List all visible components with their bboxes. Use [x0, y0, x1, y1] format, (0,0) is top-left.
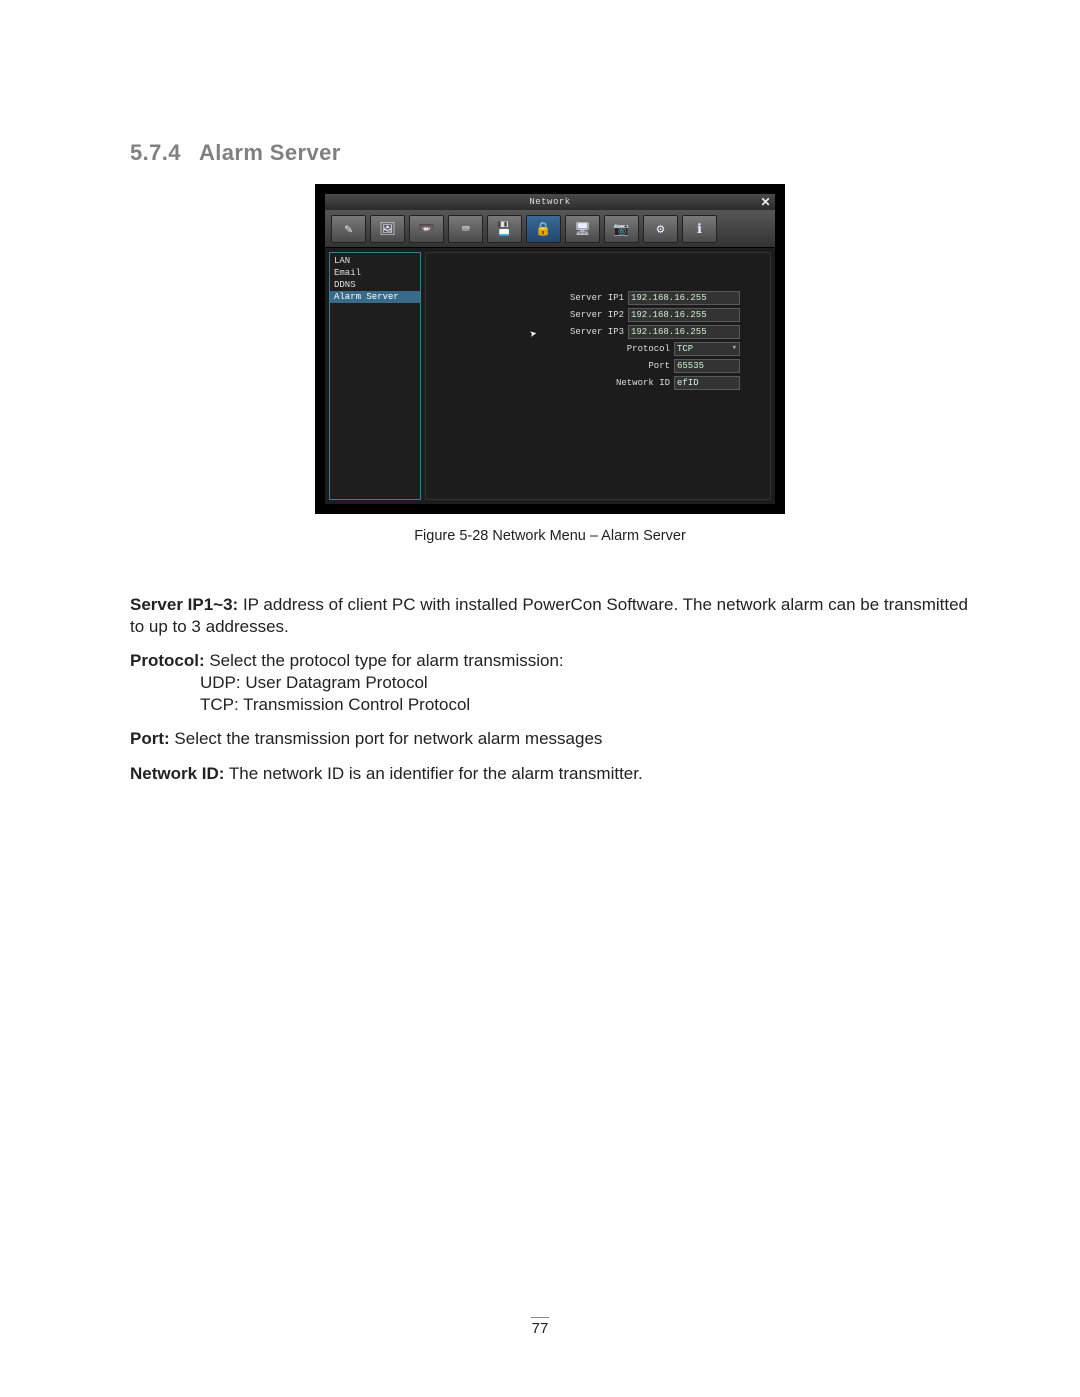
toolbar-btn-0[interactable]: ✎	[331, 215, 366, 243]
para-protocol: Protocol: Select the protocol type for a…	[130, 650, 970, 672]
toolbar-btn-5[interactable]: 🔒	[526, 215, 561, 243]
toolbar-btn-1[interactable]: 🖼	[370, 215, 405, 243]
sidebar-item-ddns[interactable]: DDNS	[330, 279, 420, 291]
window-titlebar: Network ✕	[325, 194, 775, 211]
text-server-ip: IP address of client PC with installed P…	[130, 595, 968, 636]
para-network-id: Network ID: The network ID is an identif…	[130, 763, 970, 785]
page-number: 77	[532, 1320, 549, 1337]
toolbar-btn-8[interactable]: ⚙	[643, 215, 678, 243]
text-protocol: Select the protocol type for alarm trans…	[205, 651, 564, 670]
sidebar-item-lan[interactable]: LAN	[330, 255, 420, 267]
field-server-ip1[interactable]: 192.168.16.255	[628, 291, 740, 305]
label-server-ip1: Server IP1	[570, 293, 624, 303]
label-port: Port	[648, 361, 670, 371]
bold-server-ip: Server IP1~3:	[130, 595, 238, 614]
field-server-ip3[interactable]: 192.168.16.255	[628, 325, 740, 339]
row-port: Port 65535	[426, 359, 740, 373]
form-panel: ➤ Server IP1 192.168.16.255 Server IP2 1…	[425, 252, 771, 500]
section-heading: 5.7.4 Alarm Server	[130, 140, 970, 166]
close-icon[interactable]: ✕	[760, 194, 771, 210]
window-content: LAN Email DDNS Alarm Server ➤ Server IP1…	[325, 248, 775, 504]
bold-protocol: Protocol:	[130, 651, 205, 670]
field-server-ip2[interactable]: 192.168.16.255	[628, 308, 740, 322]
toolbar-btn-9[interactable]: ℹ	[682, 215, 717, 243]
figure-caption: Figure 5-28 Network Menu – Alarm Server	[130, 528, 970, 544]
bold-port: Port:	[130, 729, 170, 748]
toolbar-btn-3[interactable]: ⌨	[448, 215, 483, 243]
para-server-ip: Server IP1~3: IP address of client PC wi…	[130, 594, 970, 638]
sidebar-item-alarmserver[interactable]: Alarm Server	[330, 291, 420, 303]
select-protocol[interactable]: TCP	[674, 342, 740, 356]
para-protocol-udp: UDP: User Datagram Protocol	[130, 672, 970, 694]
row-server-ip2: Server IP2 192.168.16.255	[426, 308, 740, 322]
document-page: 5.7.4 Alarm Server Network ✕ ✎ 🖼 📼 ⌨ 💾 🔒 …	[0, 0, 1080, 1397]
section-title: Alarm Server	[199, 140, 341, 165]
toolbar: ✎ 🖼 📼 ⌨ 💾 🔒 🖥 📷 ⚙ ℹ	[325, 211, 775, 248]
row-server-ip3: Server IP3 192.168.16.255	[426, 325, 740, 339]
row-server-ip1: Server IP1 192.168.16.255	[426, 291, 740, 305]
label-network-id: Network ID	[616, 378, 670, 388]
network-window: Network ✕ ✎ 🖼 📼 ⌨ 💾 🔒 🖥 📷 ⚙ ℹ LAN Email	[325, 194, 775, 504]
label-server-ip2: Server IP2	[570, 310, 624, 320]
label-protocol: Protocol	[627, 344, 670, 354]
sidebar-item-email[interactable]: Email	[330, 267, 420, 279]
body-text: Server IP1~3: IP address of client PC wi…	[130, 594, 970, 785]
field-network-id[interactable]: efID	[674, 376, 740, 390]
footer-rule	[531, 1317, 549, 1318]
window-title: Network	[529, 197, 570, 207]
row-network-id: Network ID efID	[426, 376, 740, 390]
toolbar-btn-6[interactable]: 🖥	[565, 215, 600, 243]
field-port[interactable]: 65535	[674, 359, 740, 373]
text-network-id: The network ID is an identifier for the …	[224, 764, 642, 783]
row-protocol: Protocol TCP	[426, 342, 740, 356]
page-footer: 77	[0, 1317, 1080, 1337]
sidebar: LAN Email DDNS Alarm Server	[329, 252, 421, 500]
toolbar-btn-4[interactable]: 💾	[487, 215, 522, 243]
toolbar-btn-2[interactable]: 📼	[409, 215, 444, 243]
text-port: Select the transmission port for network…	[170, 729, 603, 748]
para-protocol-tcp: TCP: Transmission Control Protocol	[130, 694, 970, 716]
bold-network-id: Network ID:	[130, 764, 224, 783]
screenshot-figure: Network ✕ ✎ 🖼 📼 ⌨ 💾 🔒 🖥 📷 ⚙ ℹ LAN Email	[315, 184, 785, 514]
label-server-ip3: Server IP3	[570, 327, 624, 337]
section-number: 5.7.4	[130, 140, 181, 165]
toolbar-btn-7[interactable]: 📷	[604, 215, 639, 243]
para-port: Port: Select the transmission port for n…	[130, 728, 970, 750]
